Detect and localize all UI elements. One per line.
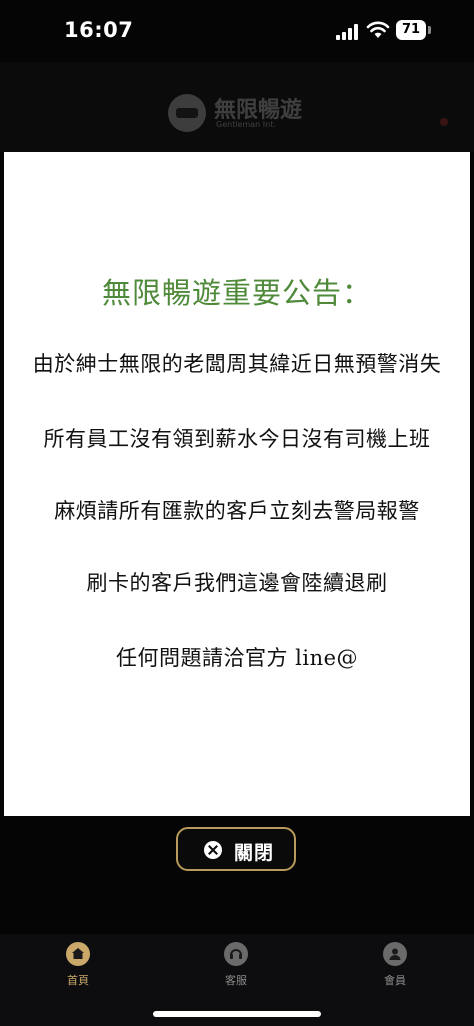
header-dot <box>440 118 448 126</box>
status-bar: 16:07 71 <box>0 0 474 62</box>
announcement-line: 刷卡的客戶我們這邊會陸續退刷 <box>86 571 388 595</box>
status-time: 16:07 <box>64 18 134 42</box>
person-icon <box>383 942 407 966</box>
wifi-icon <box>366 21 390 38</box>
app-header: 無限暢遊 Gentleman Int. <box>0 62 474 152</box>
logo-mark-icon <box>168 94 206 132</box>
nav-item-member[interactable]: 會員 <box>355 942 435 996</box>
announcement-line: 麻煩請所有匯款的客戶立刻去警局報警 <box>54 499 420 523</box>
logo-subtitle: Gentleman Int. <box>216 120 276 129</box>
nav-item-service[interactable]: 客服 <box>196 942 276 996</box>
signal-icon <box>336 24 358 40</box>
battery-cap <box>428 26 431 34</box>
headset-icon <box>224 942 248 966</box>
close-button[interactable]: 關閉 <box>176 827 296 871</box>
nav-item-home[interactable]: 首頁 <box>38 942 118 996</box>
battery-icon: 71 <box>396 20 432 41</box>
announcement-line: 由於紳士無限的老闆周其緯近日無預警消失 <box>32 352 442 376</box>
home-indicator[interactable] <box>153 1011 321 1017</box>
nav-label-member: 會員 <box>384 974 406 987</box>
announcement-card: 無限暢遊重要公告： 由於紳士無限的老闆周其緯近日無預警消失 所有員工沒有領到薪水… <box>4 152 470 816</box>
announcement-line: 任何問題請洽官方 line@ <box>115 646 359 670</box>
announcement-line: 所有員工沒有領到薪水今日沒有司機上班 <box>43 427 431 451</box>
close-icon <box>204 841 222 859</box>
app-logo: 無限暢遊 Gentleman Int. <box>168 92 318 136</box>
nav-label-home: 首頁 <box>67 974 89 987</box>
home-icon <box>66 942 90 966</box>
announcement-title: 無限暢遊重要公告： <box>101 276 372 310</box>
nav-label-service: 客服 <box>225 974 247 987</box>
app-screen: 16:07 71 無限暢遊 Gentleman Int. 無限暢遊重要公告： 由… <box>0 0 474 1026</box>
close-button-label: 關閉 <box>234 842 275 864</box>
battery-level: 71 <box>396 20 426 40</box>
